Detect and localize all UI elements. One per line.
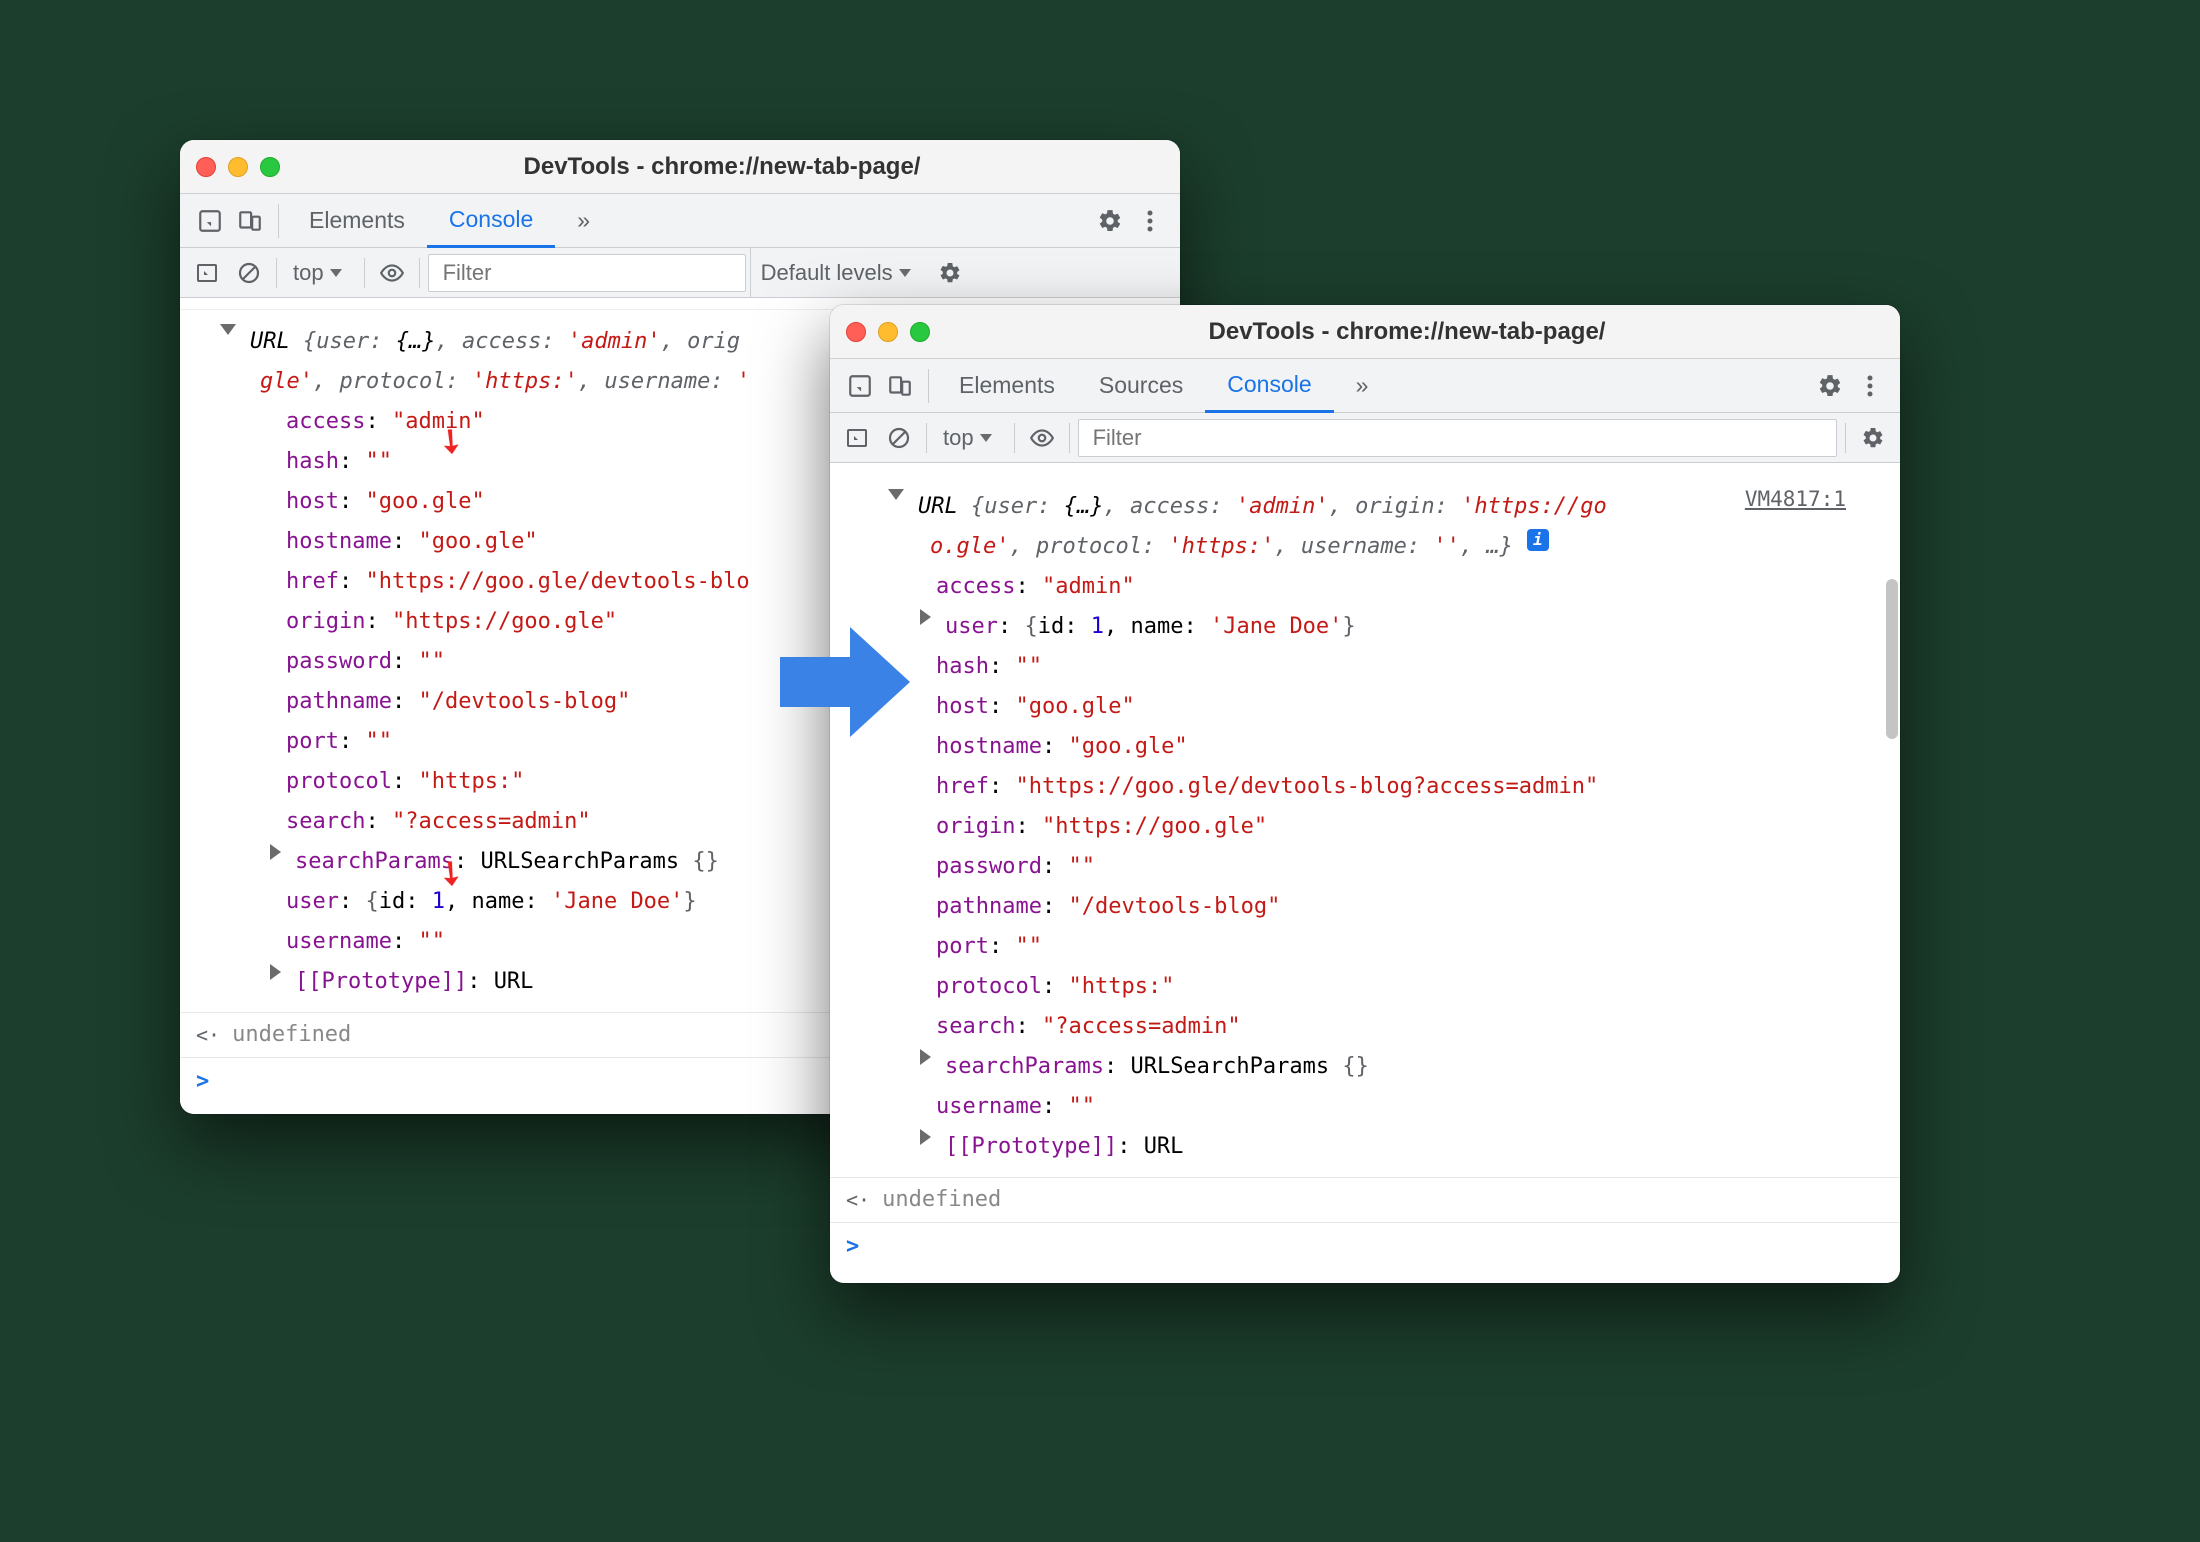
- maximize-button[interactable]: [910, 322, 930, 342]
- transition-arrow-icon: [780, 622, 910, 742]
- prop-password[interactable]: password: "": [830, 847, 1900, 887]
- sidebar-toggle-icon[interactable]: [188, 254, 226, 292]
- device-toggle-icon[interactable]: [880, 366, 920, 406]
- maximize-button[interactable]: [260, 157, 280, 177]
- window-title: DevTools - chrome://new-tab-page/: [930, 318, 1884, 346]
- disclosure-icon[interactable]: [270, 844, 281, 860]
- object-summary[interactable]: URL {user: {…}, access: 'admin', origin:…: [830, 487, 1900, 527]
- class-name: URL: [250, 329, 290, 354]
- settings-icon[interactable]: [931, 254, 969, 292]
- minimize-button[interactable]: [228, 157, 248, 177]
- context-selector[interactable]: top: [285, 260, 356, 286]
- class-name: URL: [918, 494, 958, 519]
- return-icon: <·: [196, 1017, 220, 1053]
- panel-tabs: Elements Sources Console »: [830, 359, 1900, 413]
- return-icon: <·: [846, 1182, 870, 1218]
- tab-elements[interactable]: Elements: [937, 359, 1077, 412]
- console-output: VM4817:1 URL {user: {…}, access: 'admin'…: [830, 463, 1900, 1283]
- disclosure-icon[interactable]: [920, 1049, 931, 1065]
- prop-host[interactable]: host: "goo.gle": [830, 687, 1900, 727]
- dropdown-icon: [899, 269, 911, 277]
- inspect-icon[interactable]: [190, 201, 230, 241]
- scrollbar[interactable]: [1886, 573, 1898, 1283]
- console-toolbar: top Default levels: [180, 248, 1180, 298]
- prop-port[interactable]: port: "": [830, 927, 1900, 967]
- prop-origin[interactable]: origin: "https://goo.gle": [830, 807, 1900, 847]
- settings-icon[interactable]: [1090, 201, 1130, 241]
- kebab-icon[interactable]: [1130, 201, 1170, 241]
- prompt-icon: >: [196, 1069, 209, 1094]
- panel-tabs: Elements Console »: [180, 194, 1180, 248]
- levels-label: Default levels: [761, 260, 893, 286]
- titlebar: DevTools - chrome://new-tab-page/: [180, 140, 1180, 194]
- disclosure-icon[interactable]: [920, 1129, 931, 1145]
- devtools-window-right: DevTools - chrome://new-tab-page/ Elemen…: [830, 305, 1900, 1283]
- eye-icon[interactable]: [373, 254, 411, 292]
- prop-user[interactable]: user: {id: 1, name: 'Jane Doe'}: [830, 607, 1900, 647]
- result-value: undefined: [232, 1017, 351, 1053]
- device-toggle-icon[interactable]: [230, 201, 270, 241]
- context-label: top: [293, 260, 324, 286]
- prop-searchparams[interactable]: searchParams: URLSearchParams {}: [830, 1047, 1900, 1087]
- sidebar-toggle-icon[interactable]: [838, 419, 876, 457]
- dropdown-icon: [980, 434, 992, 442]
- clear-console-icon[interactable]: [880, 419, 918, 457]
- window-title: DevTools - chrome://new-tab-page/: [280, 153, 1164, 181]
- prop-username[interactable]: username: "": [830, 1087, 1900, 1127]
- disclosure-icon[interactable]: [920, 609, 931, 625]
- disclosure-icon[interactable]: [270, 964, 281, 980]
- disclosure-icon[interactable]: [220, 324, 236, 335]
- prop-access[interactable]: access: "admin": [830, 567, 1900, 607]
- tab-console[interactable]: Console: [427, 195, 555, 248]
- prop-pathname[interactable]: pathname: "/devtools-blog": [830, 887, 1900, 927]
- prompt-icon: >: [846, 1234, 859, 1259]
- tab-elements[interactable]: Elements: [287, 194, 427, 247]
- levels-selector[interactable]: Default levels: [750, 248, 927, 297]
- close-button[interactable]: [846, 322, 866, 342]
- settings-icon[interactable]: [1854, 419, 1892, 457]
- eye-icon[interactable]: [1023, 419, 1061, 457]
- source-link[interactable]: VM4817:1: [1745, 481, 1846, 517]
- prop-protocol[interactable]: protocol: "https:": [830, 967, 1900, 1007]
- traffic-lights: [846, 322, 930, 342]
- tab-console[interactable]: Console: [1205, 360, 1333, 413]
- filter-input[interactable]: [1078, 419, 1837, 457]
- tab-more[interactable]: »: [555, 194, 612, 247]
- scrollbar-thumb[interactable]: [1886, 579, 1898, 739]
- object-summary-line2: o.gle', protocol: 'https:', username: ''…: [830, 527, 1900, 567]
- titlebar: DevTools - chrome://new-tab-page/: [830, 305, 1900, 359]
- tab-sources[interactable]: Sources: [1077, 359, 1205, 412]
- disclosure-icon[interactable]: [888, 489, 904, 500]
- clear-console-icon[interactable]: [230, 254, 268, 292]
- result-row: <· undefined: [830, 1177, 1900, 1223]
- dropdown-icon: [330, 269, 342, 277]
- console-toolbar: top: [830, 413, 1900, 463]
- prop-href[interactable]: href: "https://goo.gle/devtools-blog?acc…: [830, 767, 1900, 807]
- prop-hostname[interactable]: hostname: "goo.gle": [830, 727, 1900, 767]
- result-value: undefined: [882, 1182, 1001, 1218]
- console-prompt[interactable]: >: [830, 1223, 1900, 1271]
- prop-hash[interactable]: hash: "": [830, 647, 1900, 687]
- filter-input[interactable]: [428, 254, 746, 292]
- settings-icon[interactable]: [1810, 366, 1850, 406]
- minimize-button[interactable]: [878, 322, 898, 342]
- traffic-lights: [196, 157, 280, 177]
- kebab-icon[interactable]: [1850, 366, 1890, 406]
- prop-search[interactable]: search: "?access=admin": [830, 1007, 1900, 1047]
- prop-prototype[interactable]: [[Prototype]]: URL: [830, 1127, 1900, 1167]
- info-badge-icon[interactable]: i: [1527, 529, 1549, 551]
- tab-more[interactable]: »: [1334, 359, 1391, 412]
- inspect-icon[interactable]: [840, 366, 880, 406]
- context-label: top: [943, 425, 974, 451]
- close-button[interactable]: [196, 157, 216, 177]
- context-selector[interactable]: top: [935, 425, 1006, 451]
